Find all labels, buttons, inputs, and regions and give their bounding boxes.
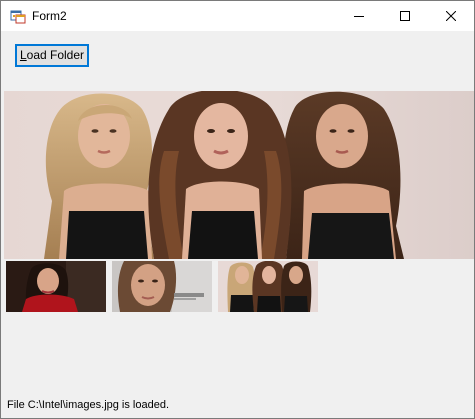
three-women-group-photo-thumb xyxy=(218,261,318,312)
three-women-group-photo xyxy=(4,91,474,259)
minimize-button[interactable] xyxy=(336,1,382,31)
woman-red-outfit-portrait xyxy=(6,261,106,312)
form2-window: Form2 Load Folder File C:\Intel\images.j… xyxy=(0,0,475,419)
thumbnail-2[interactable] xyxy=(112,261,212,312)
main-picture-box xyxy=(4,91,474,259)
winforms-form-icon xyxy=(10,8,26,24)
close-button[interactable] xyxy=(428,1,474,31)
load-folder-button[interactable]: Load Folder xyxy=(15,44,89,67)
title-bar[interactable]: Form2 xyxy=(1,1,474,31)
maximize-button[interactable] xyxy=(382,1,428,31)
woman-close-up-portrait xyxy=(112,261,212,312)
thumbnail-3[interactable] xyxy=(218,261,318,312)
form-client-area: Load Folder File C:\Intel\images.jpg is … xyxy=(1,31,474,418)
thumbnail-1[interactable] xyxy=(6,261,106,312)
accelerator-key: L xyxy=(19,48,27,62)
status-label: File C:\Intel\images.jpg is loaded. xyxy=(7,399,170,411)
load-folder-label: Load Folder xyxy=(19,48,85,62)
window-title: Form2 xyxy=(32,9,67,23)
